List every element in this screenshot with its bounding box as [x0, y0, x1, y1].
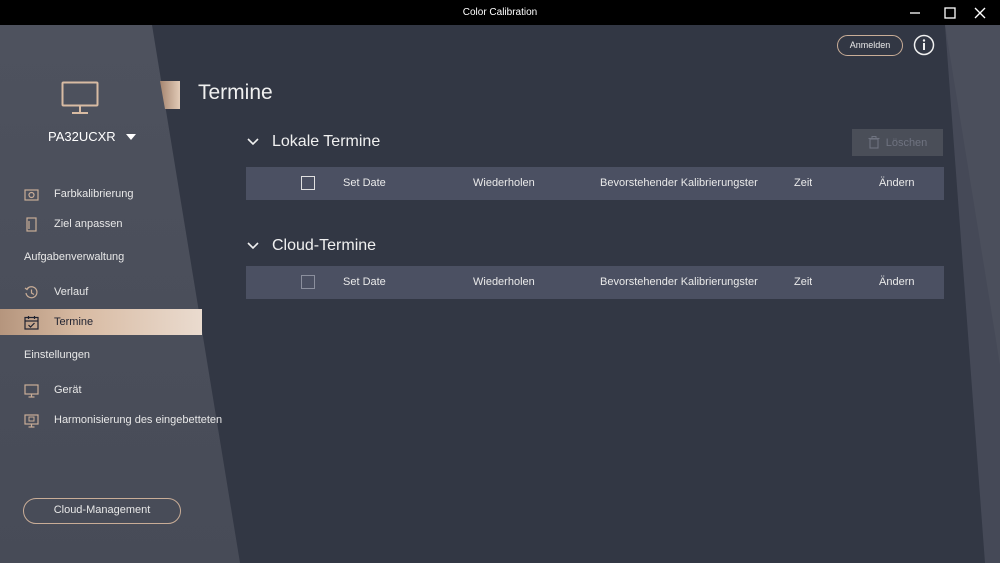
section-title: Lokale Termine — [272, 133, 381, 150]
title-accent — [160, 81, 180, 109]
sidebar-item-label: Ziel anpassen — [54, 218, 123, 230]
main-area: PA32UCXR Farbkalibrierung Ziel anpassen … — [0, 25, 1000, 563]
info-icon[interactable] — [913, 34, 935, 56]
column-header[interactable]: Ändern — [879, 266, 914, 299]
section-toggle-cloud[interactable]: Cloud-Termine — [246, 237, 376, 255]
select-all-checkbox[interactable] — [301, 275, 315, 289]
page-title: Termine — [198, 81, 273, 104]
sidebar-item-label: Termine — [54, 316, 94, 328]
sidebar-item-termine[interactable]: Termine — [0, 309, 202, 335]
login-button[interactable]: Anmelden — [837, 35, 903, 56]
maximize-icon — [944, 6, 956, 19]
sidebar-item-harmonisierung[interactable]: Harmonisierung des eingebetteten — [0, 407, 240, 433]
column-header[interactable]: Bevorstehender Kalibrierungstermin — [600, 167, 758, 200]
model-name: PA32UCXR — [48, 129, 116, 144]
column-header[interactable]: Wiederholen — [473, 266, 535, 299]
column-header[interactable]: Zeit — [794, 266, 812, 299]
embedded-display-icon — [24, 414, 39, 428]
cloud-management-button[interactable]: Cloud-Management — [23, 498, 181, 524]
select-all-checkbox[interactable] — [301, 176, 315, 190]
close-icon — [974, 7, 986, 18]
column-header[interactable]: Set Date — [343, 167, 386, 200]
sidebar-item-verlauf[interactable]: Verlauf — [0, 279, 202, 305]
chevron-down-icon — [247, 242, 259, 250]
model-selector[interactable]: PA32UCXR — [48, 129, 136, 144]
table-header-cloud: Set Date Wiederholen Bevorstehender Kali… — [246, 266, 944, 299]
section-label-einstellungen: Einstellungen — [24, 349, 91, 361]
column-header[interactable]: Set Date — [343, 266, 386, 299]
chevron-down-icon — [247, 138, 259, 146]
sidebar-item-geraet[interactable]: Gerät — [0, 377, 202, 403]
calibration-icon — [24, 189, 39, 201]
device-icon — [24, 384, 39, 398]
trash-icon — [868, 136, 880, 149]
section-toggle-local[interactable]: Lokale Termine — [246, 133, 380, 151]
sidebar-item-label: Gerät — [54, 384, 82, 396]
sidebar-item-label: Farbkalibrierung — [54, 188, 134, 200]
column-header[interactable]: Zeit — [794, 167, 812, 200]
minimize-button[interactable] — [895, 0, 935, 25]
delete-label: Löschen — [885, 136, 928, 149]
column-header[interactable]: Ändern — [879, 167, 914, 200]
table-header-local: Set Date Wiederholen Bevorstehender Kali… — [246, 167, 944, 200]
caret-down-icon — [125, 133, 136, 140]
sidebar: PA32UCXR Farbkalibrierung Ziel anpassen … — [0, 25, 240, 563]
section-title: Cloud-Termine — [272, 237, 377, 254]
title-bar: Color Calibration — [0, 0, 1000, 25]
column-header[interactable]: Bevorstehender Kalibrierungstermin — [600, 266, 758, 299]
close-button[interactable] — [960, 0, 1000, 25]
column-header[interactable]: Wiederholen — [473, 167, 535, 200]
section-label-aufgaben: Aufgabenverwaltung — [24, 251, 125, 263]
sidebar-item-ziel-anpassen[interactable]: Ziel anpassen — [0, 211, 202, 237]
delete-button[interactable]: Löschen — [852, 129, 943, 156]
history-icon — [24, 286, 38, 299]
sidebar-item-farbkalibrierung[interactable]: Farbkalibrierung — [0, 181, 202, 207]
minimize-icon — [910, 11, 920, 14]
monitor-icon — [61, 81, 99, 114]
window-title: Color Calibration — [462, 7, 538, 18]
target-document-icon — [26, 217, 37, 232]
sidebar-item-label: Verlauf — [54, 286, 89, 298]
calendar-icon — [24, 316, 39, 330]
sidebar-item-label: Harmonisierung des eingebetteten — [54, 414, 223, 426]
